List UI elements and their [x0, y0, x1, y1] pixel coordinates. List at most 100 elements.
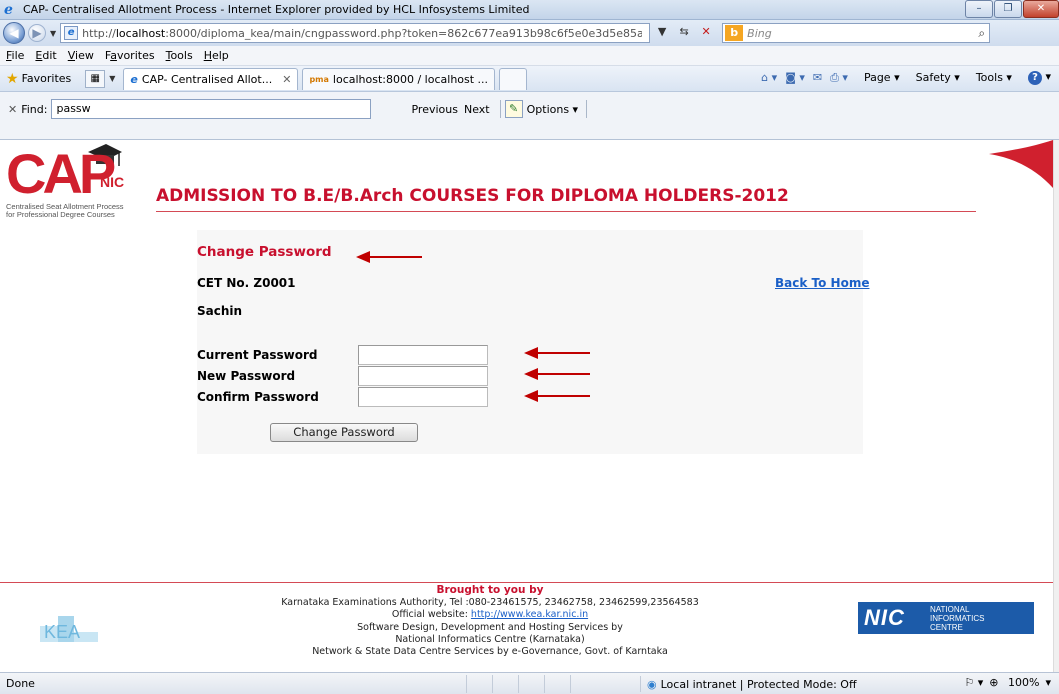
footer-line-4: National Informatics Centre (Karnataka): [395, 634, 585, 645]
forward-button[interactable]: ▶: [28, 24, 46, 42]
help-menu[interactable]: ? ▾: [1020, 70, 1051, 85]
quick-tabs-icon[interactable]: ▦: [85, 69, 106, 88]
annotation-arrow-current: [524, 347, 590, 359]
footer-line-2: Official website: http://www.kea.kar.nic…: [391, 609, 589, 620]
security-zone[interactable]: ◉ Local intranet | Protected Mode: Off: [640, 676, 857, 692]
find-options-button[interactable]: Options ▾: [527, 103, 578, 116]
phpmyadmin-icon: pma: [309, 74, 329, 84]
search-icon[interactable]: ⌕: [978, 26, 985, 41]
favorites-bar: ★ Favorites ▦ ▼ e CAP- Centralised Allot…: [0, 66, 1059, 92]
vertical-scrollbar[interactable]: [1053, 140, 1059, 672]
safety-menu[interactable]: Safety ▾: [908, 71, 960, 84]
page-menu[interactable]: Page ▾: [856, 71, 900, 84]
change-password-button[interactable]: Change Password: [270, 423, 418, 442]
cap-tagline-2: for Professional Degree Courses: [6, 210, 115, 219]
new-tab-button[interactable]: [499, 67, 528, 90]
footer: KEA Brought to you by Karnataka Examinat…: [0, 584, 1053, 672]
page-icon: e: [64, 26, 79, 40]
status-segment: [544, 674, 570, 693]
maximize-button[interactable]: ❐: [994, 0, 1022, 18]
print-icon[interactable]: ⎙ ▾: [830, 71, 848, 85]
change-password-panel: [197, 230, 863, 454]
url-text[interactable]: http://localhost:8000/diploma_kea/main/c…: [82, 27, 642, 40]
page-content: CAP NIC Centralised Seat Allotment Proce…: [0, 140, 1053, 672]
find-label: Find:: [21, 102, 48, 116]
page-heading: ADMISSION TO B.E/B.Arch COURSES FOR DIPL…: [156, 186, 789, 206]
confirm-password-input[interactable]: [358, 387, 488, 407]
close-find-icon[interactable]: ✕: [8, 103, 17, 116]
history-dropdown-icon[interactable]: ▼: [50, 29, 56, 38]
cap-logo: CAP NIC Centralised Seat Allotment Proce…: [6, 140, 148, 220]
menu-view[interactable]: View: [68, 49, 94, 62]
nic-logo: NIC NATIONAL INFORMATICS CENTRE: [858, 602, 1034, 634]
tab-label: localhost:8000 / localhost ...: [332, 72, 489, 86]
footer-divider: [0, 582, 1053, 583]
back-button[interactable]: ◀: [3, 22, 25, 44]
heading-divider: [156, 211, 976, 212]
annotation-arrow-confirm: [524, 390, 590, 402]
current-password-label: Current Password: [197, 348, 318, 362]
ie-tab-icon: e: [130, 72, 138, 86]
close-window-button[interactable]: ✕: [1023, 0, 1059, 18]
search-placeholder: Bing: [747, 26, 772, 40]
feeds-icon[interactable]: ◙ ▾: [785, 71, 805, 84]
find-next-button[interactable]: Next: [464, 103, 490, 116]
new-password-input[interactable]: [358, 366, 488, 386]
search-input[interactable]: b Bing ⌕: [722, 23, 991, 43]
protected-mode-icon[interactable]: ⚐ ▾: [964, 676, 983, 689]
command-bar: ⌂ ▾ ◙ ▾ ✉ ⎙ ▾ Page ▾ Safety ▾ Tools ▾ ? …: [753, 70, 1051, 85]
tab-close-icon[interactable]: ✕: [282, 73, 291, 86]
cap-logo-text: CAP: [6, 142, 116, 205]
nic-logo-text: NATIONAL INFORMATICS CENTRE: [930, 604, 985, 632]
address-bar: ◀ ▶ ▼ e http://localhost:8000/diploma_ke…: [0, 20, 1059, 46]
find-previous-button[interactable]: Previous: [411, 103, 458, 116]
annotation-arrow-title: [356, 251, 422, 263]
menu-file[interactable]: File: [6, 49, 24, 62]
nic-logo-mark: NIC: [864, 605, 905, 630]
find-separator: [586, 100, 588, 118]
tab-cap[interactable]: e CAP- Centralised Allot... ✕: [123, 67, 299, 90]
menu-help[interactable]: Help: [204, 49, 229, 62]
footer-brought-by: Brought to you by: [436, 584, 544, 596]
back-to-home-link[interactable]: Back To Home: [775, 276, 869, 290]
zoom-area: ⚐ ▾ ⊕ 100% ▾: [958, 676, 1051, 689]
zoom-button[interactable]: ⊕ 100%: [989, 676, 1039, 689]
home-icon[interactable]: ⌂ ▾: [761, 71, 777, 84]
mail-icon[interactable]: ✉: [813, 71, 822, 84]
status-segment: [518, 674, 544, 693]
find-row: ✕ Find: passw Previous Next ✎ Options ▾: [0, 98, 1059, 120]
minimize-button[interactable]: –: [965, 0, 993, 18]
tab-label: CAP- Centralised Allot...: [141, 72, 273, 86]
refresh-icon[interactable]: ⇆: [674, 23, 694, 43]
menu-tools[interactable]: Tools: [166, 49, 193, 62]
menu-edit[interactable]: Edit: [35, 49, 56, 62]
menu-bar: File Edit View Favorites Tools Help: [0, 46, 1059, 66]
status-bar: Done ◉ Local intranet | Protected Mode: …: [0, 672, 1059, 694]
footer-line-3: Software Design, Development and Hosting…: [357, 622, 623, 633]
menu-favorites[interactable]: Favorites: [105, 49, 155, 62]
intranet-globe-icon: ◉: [647, 677, 657, 691]
favorites-star-icon[interactable]: ★: [6, 71, 19, 87]
window-title: CAP- Centralised Allotment Process - Int…: [23, 3, 530, 16]
favorites-button[interactable]: Favorites: [22, 72, 72, 85]
status-segment: [570, 674, 596, 693]
new-password-label: New Password: [197, 369, 296, 383]
stop-icon[interactable]: ✕: [696, 23, 716, 43]
highlight-icon[interactable]: ✎: [504, 100, 523, 118]
window-controls: – ❐ ✕: [964, 0, 1059, 18]
tab-list-dropdown-icon[interactable]: ▼: [109, 74, 115, 83]
cap-logo-nic: NIC: [100, 174, 125, 190]
tab-phpmyadmin[interactable]: pma localhost:8000 / localhost ...: [302, 67, 496, 90]
url-dropdown-icon[interactable]: ▼: [652, 23, 672, 43]
current-password-input[interactable]: [358, 345, 488, 365]
status-text: Done: [6, 677, 35, 690]
tools-menu[interactable]: Tools ▾: [968, 71, 1012, 84]
status-segment: [466, 674, 492, 693]
find-input[interactable]: passw: [51, 99, 372, 119]
ie-logo-icon: e: [4, 1, 13, 18]
footer-line-1: Karnataka Examinations Authority, Tel :0…: [281, 597, 699, 608]
zoom-dropdown-icon[interactable]: ▾: [1045, 676, 1051, 689]
kea-website-link[interactable]: http://www.kea.kar.nic.in: [471, 609, 588, 620]
footer-line-5: Network & State Data Centre Services by …: [312, 646, 668, 657]
url-input[interactable]: e http://localhost:8000/diploma_kea/main…: [60, 23, 651, 43]
